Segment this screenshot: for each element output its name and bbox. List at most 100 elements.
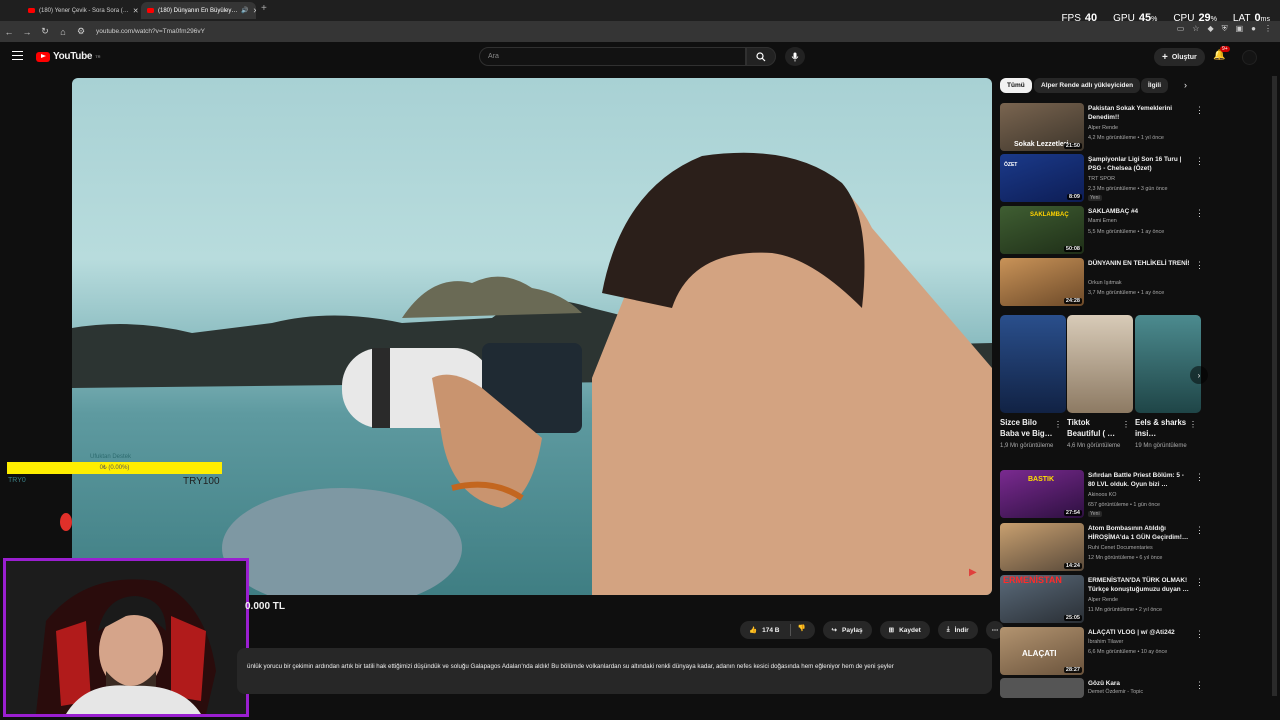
more-vertical-icon[interactable]: ⋮ <box>1195 156 1204 167</box>
bookmark-star-icon[interactable]: ☆ <box>1192 24 1199 34</box>
tab-1[interactable]: (180) Yener Çevik - Sora Sora (… ✕ <box>22 2 140 19</box>
back-icon[interactable]: ← <box>0 27 18 37</box>
video-thumbnail: 14:24 <box>1000 523 1084 571</box>
channel-name: Alper Rende <box>1088 597 1118 603</box>
hamburger-menu-icon[interactable] <box>12 51 23 60</box>
video-actions: 👍 174 B 👎 ↪ Paylaş ⊞ Kaydet ⤓ İndir ⋯ <box>740 621 1005 639</box>
related-video[interactable]: ALAÇATI 28:27 ALAÇATI VLOG | w/ @Ati242 … <box>1000 627 1205 675</box>
address-bar: ← → ↻ ⌂ ⚙ youtube.com/watch?v=Tma0fm296v… <box>0 21 1280 42</box>
more-vertical-icon[interactable]: ⋮ <box>1195 208 1204 219</box>
more-vertical-icon[interactable]: ⋮ <box>1195 472 1204 483</box>
short-meta: 19 Mn görüntüleme <box>1135 443 1187 449</box>
browser-tabbar: (180) Yener Çevik - Sora Sora (… ✕ (180)… <box>0 0 1280 24</box>
avatar[interactable] <box>1242 50 1257 65</box>
related-video[interactable]: Gözü Kara Demet Özdemir - Topic ⋮ <box>1000 678 1205 698</box>
new-badge: Yeni <box>1088 511 1102 517</box>
more-vertical-icon[interactable]: ⋮ <box>1195 525 1204 536</box>
plus-icon: + <box>1162 51 1168 63</box>
new-tab-button[interactable]: + <box>261 3 267 14</box>
related-video[interactable]: BASTIK 27:54 Sıfırdan Battle Priest Bölü… <box>1000 470 1205 518</box>
streamer-webcam-image <box>6 561 246 714</box>
short-title[interactable]: Eels & sharks insi… <box>1135 417 1190 439</box>
video-description[interactable]: ünlük yorucu bir çekimin ardından artık … <box>237 648 992 694</box>
search-button[interactable] <box>746 47 776 66</box>
chip-related[interactable]: İlgili <box>1141 78 1168 93</box>
more-vertical-icon[interactable]: ⋮ <box>1189 420 1197 429</box>
speaker-icon[interactable]: 🔊 <box>241 7 248 14</box>
related-video[interactable]: ÖZET 8:09 Şampiyonlar Ligi Son 16 Turu |… <box>1000 154 1205 202</box>
more-vertical-icon[interactable]: ⋮ <box>1195 680 1204 691</box>
share-button[interactable]: ↪ Paylaş <box>822 621 872 639</box>
video-thumbnail: BASTIK 27:54 <box>1000 470 1084 518</box>
short-title[interactable]: Sizce Bilo Baba ve Big… <box>1000 417 1055 439</box>
youtube-favicon-icon <box>147 8 154 13</box>
reload-icon[interactable]: ↻ <box>36 26 54 37</box>
more-vertical-icon[interactable]: ⋮ <box>1122 420 1130 429</box>
tab-2[interactable]: (180) Dünyanın En Büyüley… 🔊 ✕ <box>141 2 256 19</box>
related-video[interactable]: Sokak Lezzetleri 21:50 Pakistan Sokak Ye… <box>1000 103 1205 151</box>
chip-from-uploader[interactable]: Alper Rende adlı yükleyiciden <box>1034 78 1141 93</box>
new-badge: Yeni <box>1088 195 1102 201</box>
extension-icon[interactable]: ◆ <box>1207 24 1213 34</box>
webcam-overlay <box>3 558 249 717</box>
youtube-play-icon <box>36 51 50 62</box>
scrollbar[interactable] <box>1272 76 1277 696</box>
video-meta: 3,7 Mn görüntüleme • 1 ay önce <box>1088 290 1165 296</box>
video-title: Atom Bombasının Atıldığı HİROŞİMA'da 1 G… <box>1088 525 1189 541</box>
video-player[interactable] <box>72 78 992 595</box>
related-video[interactable]: SAKLAMBAÇ 50:08 SAKLAMBAÇ #4 Mami Emen 5… <box>1000 206 1205 254</box>
video-meta: 2,3 Mn görüntüleme • 3 gün önce <box>1088 186 1168 192</box>
chevron-right-icon[interactable]: › <box>1184 80 1187 90</box>
channel-name: İbrahim Tilaver <box>1088 639 1124 645</box>
create-button[interactable]: + Oluştur <box>1154 48 1205 66</box>
voice-search-button[interactable] <box>785 47 805 66</box>
save-button[interactable]: ⊞ Kaydet <box>879 621 930 639</box>
site-info-icon[interactable]: ⚙ <box>72 26 90 37</box>
red-balloon-icon <box>60 513 72 531</box>
close-tab-icon[interactable]: ✕ <box>133 7 139 15</box>
video-title: Sıfırdan Battle Priest Bölüm: 5 - 80 LVL… <box>1088 472 1184 488</box>
thumbs-down-icon[interactable]: 👎 <box>790 624 806 636</box>
browser-menu-icon[interactable]: ⋮ <box>1264 24 1272 34</box>
video-frame <box>72 152 992 595</box>
chip-all[interactable]: Tümü <box>1000 78 1032 93</box>
url-field[interactable]: youtube.com/watch?v=Tma0fm296vY <box>96 28 205 35</box>
download-button[interactable]: ⤓ İndir <box>937 621 978 639</box>
profile-icon[interactable]: ● <box>1251 24 1256 34</box>
notifications-button[interactable]: 🔔 9+ <box>1213 46 1230 61</box>
more-vertical-icon[interactable]: ⋮ <box>1195 629 1204 640</box>
video-title: ALAÇATI VLOG | w/ @Ati242 <box>1088 629 1175 636</box>
shorts-next-button[interactable]: › <box>1190 366 1208 384</box>
like-button[interactable]: 👍 174 B 👎 <box>740 621 815 639</box>
close-tab-icon[interactable]: ✕ <box>253 7 256 15</box>
forward-icon[interactable]: → <box>18 27 36 37</box>
related-video[interactable]: 24:28 DÜNYANIN EN TEHLİKELİ TRENİ! Orkun… <box>1000 258 1205 306</box>
short-title[interactable]: Tiktok Beautiful ( … <box>1067 417 1122 439</box>
home-icon[interactable]: ⌂ <box>54 27 72 37</box>
short-thumbnail[interactable] <box>1000 315 1066 413</box>
video-thumbnail: 24:28 <box>1000 258 1084 306</box>
search-input[interactable]: Ara <box>479 47 746 66</box>
youtube-logo[interactable]: YouTube TR <box>36 51 101 62</box>
more-vertical-icon[interactable]: ⋮ <box>1054 420 1062 429</box>
video-meta: 11 Mn görüntüleme • 2 yıl önce <box>1088 607 1163 613</box>
more-vertical-icon[interactable]: ⋮ <box>1195 260 1204 271</box>
short-thumbnail[interactable] <box>1067 315 1133 413</box>
video-title: ERMENİSTAN'DA TÜRK OLMAK! Türkçe konuştu… <box>1088 577 1189 593</box>
puzzle-icon[interactable]: ▣ <box>1236 24 1244 34</box>
channel-watermark-icon[interactable]: ▶ <box>969 567 977 578</box>
video-title: Gözü Kara <box>1088 680 1120 687</box>
video-title: SAKLAMBAÇ #4 <box>1088 208 1139 215</box>
channel-name: Akinoos KO <box>1088 492 1117 498</box>
download-icon: ⤓ <box>946 626 950 633</box>
short-thumbnail[interactable] <box>1135 315 1201 413</box>
related-video[interactable]: 14:24 Atom Bombasının Atıldığı HİROŞİMA'… <box>1000 523 1205 571</box>
video-meta: 6,6 Mn görüntüleme • 10 ay önce <box>1088 649 1168 655</box>
more-vertical-icon[interactable]: ⋮ <box>1195 105 1204 116</box>
video-thumbnail: ALAÇATI 28:27 <box>1000 627 1084 675</box>
related-video[interactable]: ERMENİSTAN 25:05 ERMENİSTAN'DA TÜRK OLMA… <box>1000 575 1205 623</box>
more-vertical-icon[interactable]: ⋮ <box>1195 577 1204 588</box>
channel-name: Demet Özdemir - Topic <box>1088 689 1144 695</box>
shield-icon[interactable]: ⛨ <box>1222 24 1228 34</box>
cast-icon[interactable]: ▭ <box>1177 24 1185 34</box>
